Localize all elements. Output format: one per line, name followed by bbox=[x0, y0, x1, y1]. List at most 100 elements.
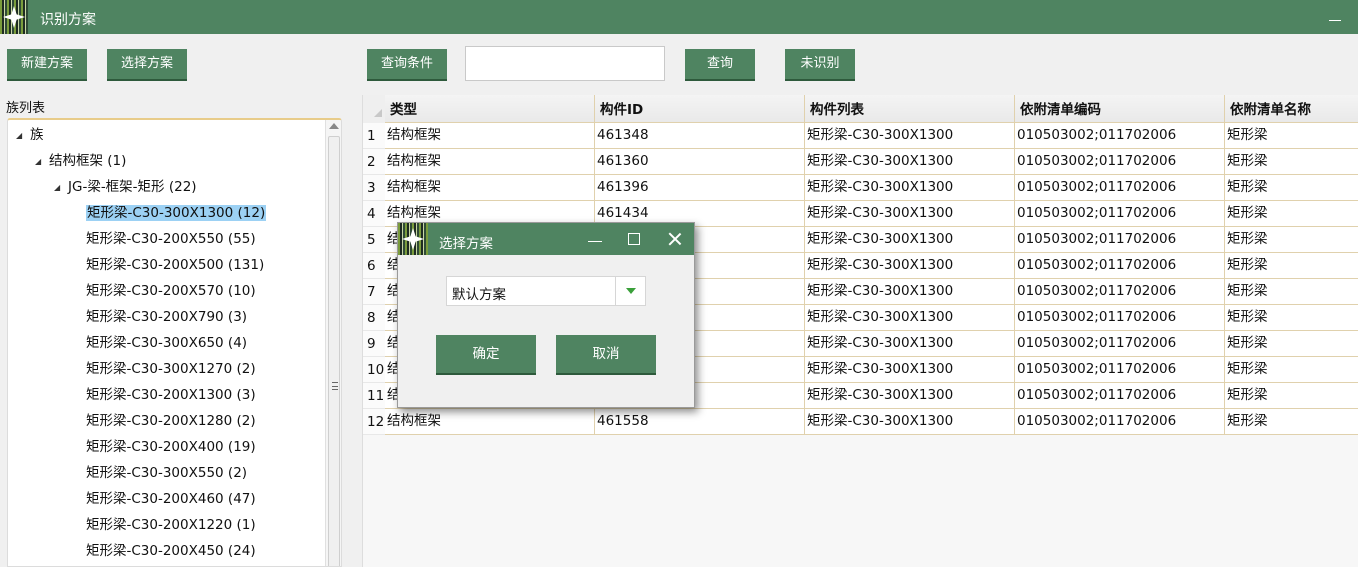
row-number[interactable]: 12 bbox=[363, 409, 385, 435]
table-cell[interactable]: 矩形梁-C30-300X1300 bbox=[805, 357, 1015, 383]
query-conditions-button[interactable]: 查询条件 bbox=[367, 49, 447, 79]
table-cell[interactable]: 010503002;011702006 bbox=[1015, 279, 1225, 305]
row-number[interactable]: 10 bbox=[363, 357, 385, 383]
table-cell[interactable]: 461558 bbox=[595, 409, 805, 435]
table-cell[interactable]: 矩形梁-C30-300X1300 bbox=[805, 227, 1015, 253]
search-input[interactable] bbox=[465, 46, 665, 81]
tree-item[interactable]: 矩形梁-C30-200X550 (55) bbox=[86, 228, 256, 250]
table-cell[interactable]: 010503002;011702006 bbox=[1015, 305, 1225, 331]
table-cell[interactable]: 010503002;011702006 bbox=[1015, 357, 1225, 383]
tree-item[interactable]: 矩形梁-C30-300X1300 (12) bbox=[86, 202, 267, 224]
query-button[interactable]: 查询 bbox=[685, 49, 755, 79]
tree-item[interactable]: 矩形梁-C30-200X460 (47) bbox=[86, 488, 256, 510]
tree-item[interactable]: 矩形梁-C30-200X400 (19) bbox=[86, 436, 256, 458]
table-cell[interactable]: 010503002;011702006 bbox=[1015, 201, 1225, 227]
table-cell[interactable]: 矩形梁 bbox=[1225, 331, 1358, 357]
tree-item[interactable]: 矩形梁-C30-200X1300 (3) bbox=[86, 384, 256, 406]
table-cell[interactable]: 矩形梁 bbox=[1225, 305, 1358, 331]
table-row[interactable]: 1 结构框架 461348 矩形梁-C30-300X1300 010503002;011… bbox=[363, 123, 1358, 149]
table-cell[interactable]: 矩形梁 bbox=[1225, 227, 1358, 253]
table-cell[interactable]: 010503002;011702006 bbox=[1015, 123, 1225, 149]
row-number[interactable]: 11 bbox=[363, 383, 385, 409]
family-tree[interactable]: ◢ 族 ◢ 结构框架 (1) ◢ JG-梁-框架-矩形 (22) 矩形梁-C30-30… bbox=[7, 118, 342, 567]
table-cell[interactable]: 461348 bbox=[595, 123, 805, 149]
row-number[interactable]: 6 bbox=[363, 253, 385, 279]
table-cell[interactable]: 矩形梁 bbox=[1225, 409, 1358, 435]
table-cell[interactable]: 矩形梁-C30-300X1300 bbox=[805, 279, 1015, 305]
row-number[interactable]: 7 bbox=[363, 279, 385, 305]
table-cell[interactable]: 矩形梁-C30-300X1300 bbox=[805, 305, 1015, 331]
table-cell[interactable]: 461360 bbox=[595, 149, 805, 175]
table-cell[interactable]: 矩形梁 bbox=[1225, 123, 1358, 149]
table-cell[interactable]: 矩形梁 bbox=[1225, 279, 1358, 305]
plan-select[interactable]: 默认方案 bbox=[446, 276, 646, 306]
unrecognized-button[interactable]: 未识别 bbox=[785, 49, 855, 79]
tree-node-family[interactable]: ◢ JG-梁-框架-矩形 (22) bbox=[54, 176, 197, 198]
table-cell[interactable]: 矩形梁-C30-300X1300 bbox=[805, 383, 1015, 409]
table-cell[interactable]: 010503002;011702006 bbox=[1015, 331, 1225, 357]
table-cell[interactable]: 010503002;011702006 bbox=[1015, 383, 1225, 409]
table-cell[interactable]: 010503002;011702006 bbox=[1015, 227, 1225, 253]
tree-item[interactable]: 矩形梁-C30-200X1280 (2) bbox=[86, 410, 256, 432]
tree-scrollbar[interactable] bbox=[325, 120, 341, 566]
tree-item[interactable]: 矩形梁-C30-200X500 (131) bbox=[86, 254, 264, 276]
table-cell[interactable]: 结构框架 bbox=[385, 149, 595, 175]
close-icon[interactable] bbox=[668, 232, 682, 246]
new-plan-button[interactable]: 新建方案 bbox=[7, 49, 87, 79]
column-header[interactable]: 依附清单名称 bbox=[1225, 95, 1358, 123]
table-cell[interactable]: 矩形梁-C30-300X1300 bbox=[805, 409, 1015, 435]
table-cell[interactable]: 矩形梁-C30-300X1300 bbox=[805, 123, 1015, 149]
tree-item[interactable]: 矩形梁-C30-300X650 (4) bbox=[86, 332, 247, 354]
table-cell[interactable]: 矩形梁 bbox=[1225, 149, 1358, 175]
tree-item[interactable]: 矩形梁-C30-200X1220 (1) bbox=[86, 514, 256, 536]
minimize-icon[interactable] bbox=[588, 232, 602, 246]
table-cell[interactable]: 矩形梁-C30-300X1300 bbox=[805, 253, 1015, 279]
table-cell[interactable]: 结构框架 bbox=[385, 123, 595, 149]
cancel-button[interactable]: 取消 bbox=[556, 335, 656, 373]
column-header[interactable]: 构件ID bbox=[595, 95, 805, 123]
row-number[interactable]: 2 bbox=[363, 149, 385, 175]
scroll-up-icon[interactable] bbox=[329, 123, 339, 129]
table-cell[interactable]: 矩形梁 bbox=[1225, 175, 1358, 201]
tree-collapse-arrow-icon[interactable]: ◢ bbox=[35, 151, 43, 173]
select-all-corner[interactable] bbox=[363, 95, 385, 123]
tree-item[interactable]: 矩形梁-C30-300X550 (2) bbox=[86, 462, 247, 484]
table-cell[interactable]: 461396 bbox=[595, 175, 805, 201]
tree-item[interactable]: 矩形梁-C30-300X1270 (2) bbox=[86, 358, 256, 380]
tree-node-category[interactable]: ◢ 结构框架 (1) bbox=[35, 150, 126, 172]
row-number[interactable]: 5 bbox=[363, 227, 385, 253]
row-number[interactable]: 1 bbox=[363, 123, 385, 149]
table-cell[interactable]: 矩形梁 bbox=[1225, 253, 1358, 279]
table-cell[interactable]: 矩形梁-C30-300X1300 bbox=[805, 149, 1015, 175]
tree-item[interactable]: 矩形梁-C30-200X790 (3) bbox=[86, 306, 247, 328]
column-header[interactable]: 依附清单编码 bbox=[1015, 95, 1225, 123]
tree-collapse-arrow-icon[interactable]: ◢ bbox=[16, 125, 24, 147]
table-row[interactable]: 2 结构框架 461360 矩形梁-C30-300X1300 010503002;011… bbox=[363, 149, 1358, 175]
tree-node-root[interactable]: ◢ 族 bbox=[16, 124, 44, 146]
select-plan-dialog[interactable]: 选择方案 默认方案 确定 取消 bbox=[397, 222, 695, 408]
table-cell[interactable]: 结构框架 bbox=[385, 409, 595, 435]
confirm-button[interactable]: 确定 bbox=[436, 335, 536, 373]
table-row[interactable]: 3 结构框架 461396 矩形梁-C30-300X1300 010503002;011… bbox=[363, 175, 1358, 201]
row-number[interactable]: 3 bbox=[363, 175, 385, 201]
select-plan-button[interactable]: 选择方案 bbox=[107, 49, 187, 79]
table-cell[interactable]: 结构框架 bbox=[385, 175, 595, 201]
minimize-icon[interactable] bbox=[1328, 10, 1342, 24]
maximize-icon[interactable] bbox=[628, 233, 640, 245]
table-cell[interactable]: 矩形梁 bbox=[1225, 383, 1358, 409]
table-cell[interactable]: 010503002;011702006 bbox=[1015, 149, 1225, 175]
plan-select-dropdown[interactable] bbox=[615, 277, 645, 305]
table-row[interactable]: 12 结构框架 461558 矩形梁-C30-300X1300 010503002;01… bbox=[363, 409, 1358, 435]
tree-item[interactable]: 矩形梁-C30-200X450 (24) bbox=[86, 540, 256, 562]
table-cell[interactable]: 矩形梁-C30-300X1300 bbox=[805, 331, 1015, 357]
table-cell[interactable]: 010503002;011702006 bbox=[1015, 175, 1225, 201]
row-number[interactable]: 8 bbox=[363, 305, 385, 331]
table-cell[interactable]: 010503002;011702006 bbox=[1015, 409, 1225, 435]
column-header[interactable]: 类型 bbox=[385, 95, 595, 123]
table-cell[interactable]: 矩形梁 bbox=[1225, 201, 1358, 227]
tree-item[interactable]: 矩形梁-C30-200X570 (10) bbox=[86, 280, 256, 302]
table-cell[interactable]: 010503002;011702006 bbox=[1015, 253, 1225, 279]
row-number[interactable]: 4 bbox=[363, 201, 385, 227]
table-cell[interactable]: 矩形梁 bbox=[1225, 357, 1358, 383]
table-cell[interactable]: 矩形梁-C30-300X1300 bbox=[805, 175, 1015, 201]
